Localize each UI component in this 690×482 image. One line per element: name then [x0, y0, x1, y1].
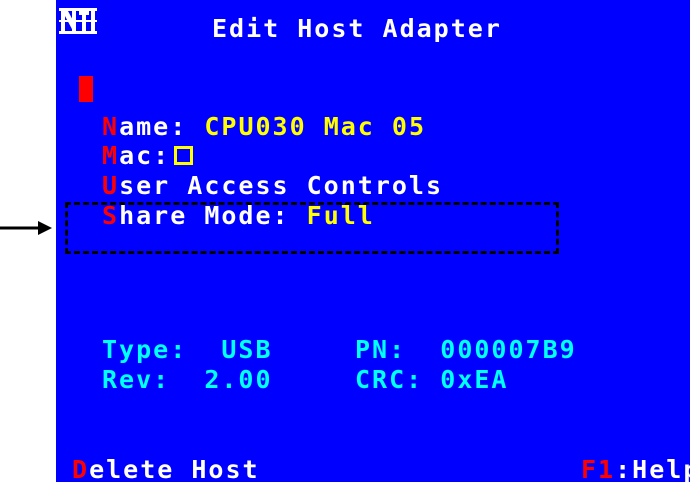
highlight-dashed-box [65, 202, 559, 254]
rev-value: 2.00 [204, 365, 273, 394]
name-value[interactable]: CPU030 Mac 05 [204, 112, 426, 141]
selection-cursor [79, 76, 93, 102]
page-title: Edit Host Adapter [212, 14, 502, 43]
hotkey-u: U [102, 171, 120, 200]
info-rev: Rev: 2.00 [102, 367, 273, 393]
delete-host-label: elete Host [89, 455, 260, 482]
menu-item-name[interactable]: Name: CPU030 Mac 05 [102, 114, 426, 140]
hotkey-f1: F1 [581, 455, 616, 482]
type-label: Type: [102, 335, 188, 364]
info-type: Type: USB [102, 337, 273, 363]
info-pn: PN: 000007B9 [355, 337, 577, 363]
pointer-arrow-icon [0, 221, 52, 235]
crc-label: CRC: [355, 365, 424, 394]
user-access-label: ser Access Controls [119, 171, 444, 200]
help-label: :Help [615, 455, 690, 482]
mac-label: ac: [119, 141, 171, 170]
hotkey-n: N [102, 112, 120, 141]
type-value: USB [221, 335, 273, 364]
pn-label: PN: [355, 335, 407, 364]
help-action[interactable]: F1:Help [581, 457, 690, 482]
mac-checkbox[interactable] [174, 145, 194, 165]
menu-item-mac[interactable]: Mac: [102, 141, 194, 170]
info-crc: CRC: 0xEA [355, 367, 509, 393]
hotkey-d: D [72, 455, 90, 482]
osd-screen: Edit Host Adapter Name: CPU030 Mac 05 Ma… [56, 0, 690, 482]
nti-logo [59, 6, 97, 36]
pn-value: 000007B9 [440, 335, 577, 364]
crc-value: 0xEA [440, 365, 509, 394]
hotkey-m: M [102, 141, 120, 170]
delete-host-action[interactable]: Delete Host [72, 457, 260, 482]
menu-item-user-access-controls[interactable]: User Access Controls [102, 173, 443, 199]
name-label: ame: [119, 112, 188, 141]
rev-label: Rev: [102, 365, 171, 394]
nti-logo-icon [59, 8, 97, 34]
